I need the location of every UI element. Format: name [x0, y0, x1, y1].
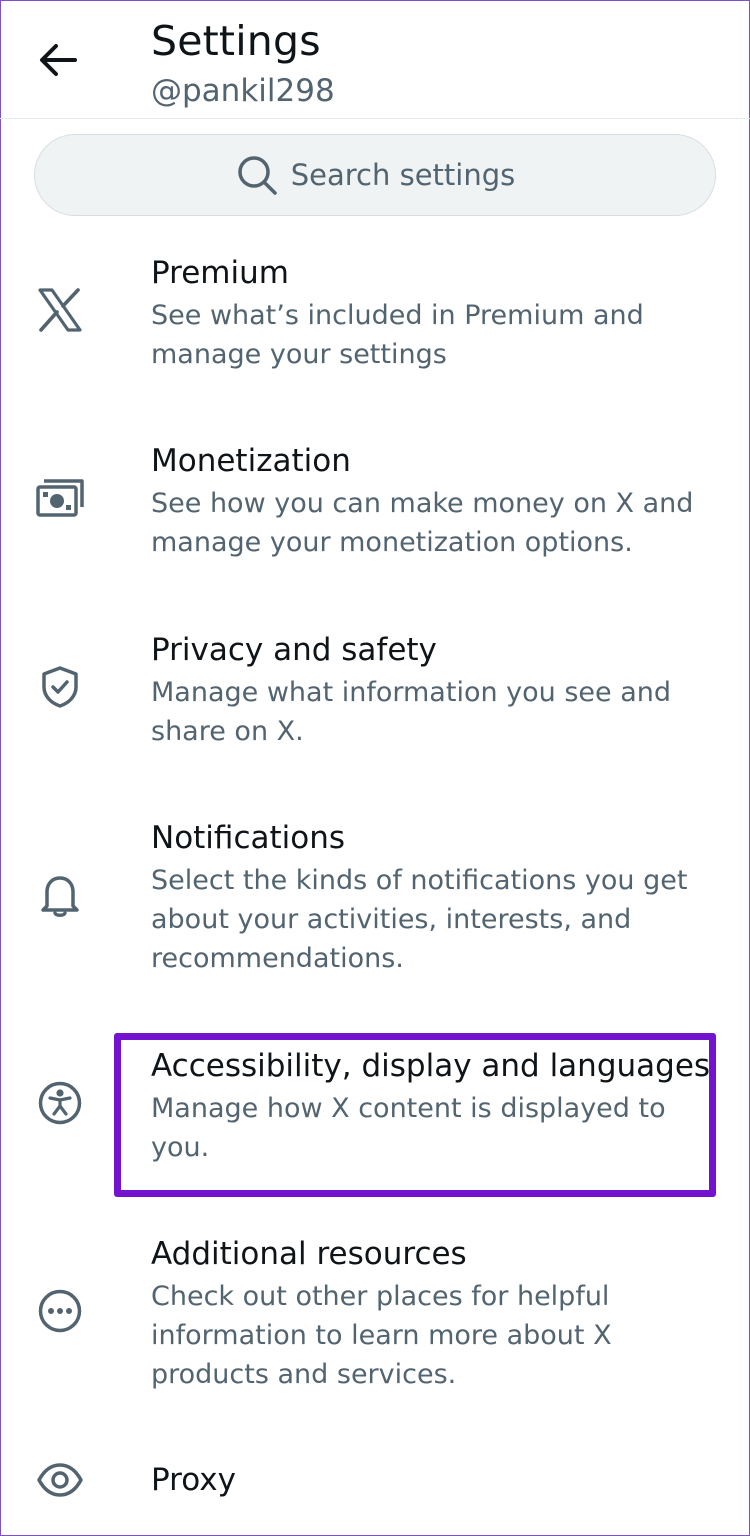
- settings-item-desc: Select the kinds of notifications you ge…: [151, 865, 688, 974]
- back-arrow-icon: [40, 44, 77, 76]
- settings-item-title: Notifications: [151, 820, 346, 856]
- accessibility-icon: [32, 1075, 88, 1131]
- settings-item-desc: See how you can make money on X and mana…: [151, 488, 694, 558]
- page-title: Settings: [151, 17, 321, 65]
- x-logo-icon: [32, 282, 88, 338]
- settings-item-title: Additional resources: [151, 1236, 467, 1272]
- settings-item-monetization[interactable]: Monetization See how you can make money …: [0, 438, 750, 608]
- more-icon: [32, 1283, 88, 1339]
- settings-item-title: Privacy and safety: [151, 632, 437, 668]
- settings-item-title: Accessibility, display and languages: [151, 1048, 711, 1084]
- settings-item-privacy-and-safety[interactable]: Privacy and safety Manage what informati…: [0, 627, 750, 797]
- shield-icon: [32, 659, 88, 715]
- search-placeholder: Search settings: [290, 158, 516, 192]
- bell-icon: [32, 867, 88, 923]
- settings-item-title: Premium: [151, 255, 289, 291]
- settings-item-title: Proxy: [151, 1462, 236, 1498]
- settings-item-desc: Manage how X content is displayed to you…: [151, 1093, 666, 1163]
- back-button[interactable]: [28, 30, 88, 90]
- settings-item-accessibility-display-languages[interactable]: Accessibility, display and languages Man…: [0, 1043, 750, 1193]
- search-settings-input[interactable]: Search settings: [34, 134, 716, 216]
- header: Settings @pankil298: [0, 0, 750, 119]
- settings-item-desc: Check out other places for helpful infor…: [151, 1281, 612, 1390]
- settings-item-proxy[interactable]: Proxy: [0, 1458, 750, 1518]
- search-icon: [235, 153, 279, 197]
- settings-item-desc: See what’s included in Premium and manag…: [151, 300, 644, 370]
- settings-item-additional-resources[interactable]: Additional resources Check out other pla…: [0, 1231, 750, 1401]
- eye-icon: [32, 1452, 88, 1508]
- settings-item-title: Monetization: [151, 443, 351, 479]
- settings-item-notifications[interactable]: Notifications Select the kinds of notifi…: [0, 815, 750, 1015]
- money-icon: [32, 470, 88, 526]
- account-username: @pankil298: [151, 73, 335, 109]
- settings-item-desc: Manage what information you see and shar…: [151, 677, 672, 747]
- settings-item-premium[interactable]: Premium See what’s included in Premium a…: [0, 250, 750, 420]
